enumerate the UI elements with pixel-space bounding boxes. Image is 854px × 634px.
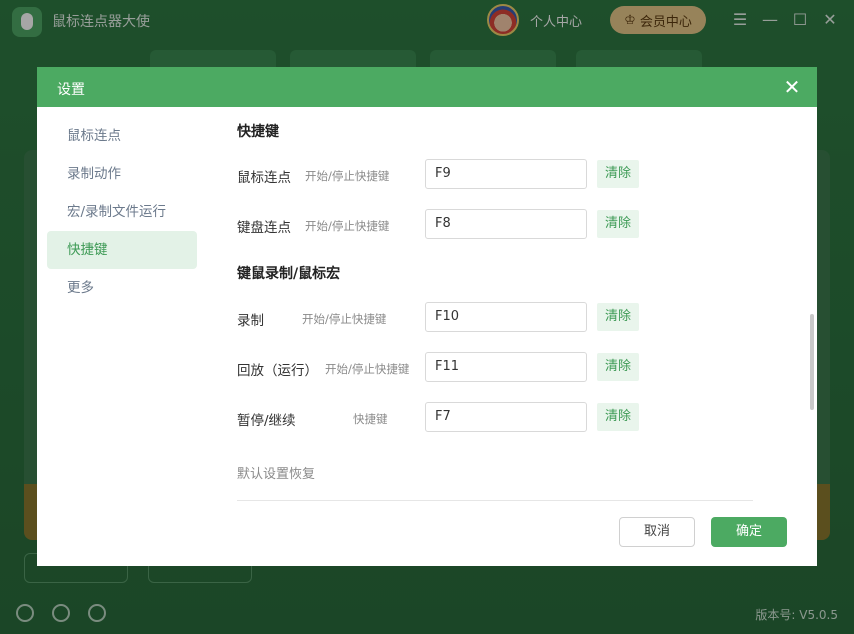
hotkey-row: 回放（运行） 开始/停止快捷键 F11 清除 — [237, 352, 657, 382]
nav-item-more[interactable]: 更多 — [47, 269, 197, 307]
scrollbar[interactable] — [810, 314, 814, 410]
row-label: 键盘连点 — [237, 220, 291, 236]
row-label: 暂停/继续 — [237, 413, 296, 429]
clear-button[interactable]: 清除 — [597, 353, 639, 381]
row-label: 录制 — [237, 313, 264, 329]
hotkey-row: 鼠标连点 开始/停止快捷键 F9 清除 — [237, 159, 657, 189]
clear-button[interactable]: 清除 — [597, 210, 639, 238]
nav-item-record[interactable]: 录制动作 — [47, 155, 197, 193]
hotkey-input[interactable]: F9 — [425, 159, 587, 189]
row-label: 回放（运行） — [237, 363, 318, 379]
hotkey-row: 暂停/继续 快捷键 F7 清除 — [237, 402, 657, 432]
row-hint: 快捷键 — [353, 412, 388, 426]
row-hint: 开始/停止快捷键 — [305, 169, 390, 183]
row-hint: 开始/停止快捷键 — [302, 312, 387, 326]
divider — [237, 500, 753, 501]
dialog-header: 设置 ✕ — [37, 67, 817, 107]
clear-button[interactable]: 清除 — [597, 403, 639, 431]
hotkey-input[interactable]: F10 — [425, 302, 587, 332]
nav-item-macro-run[interactable]: 宏/录制文件运行 — [47, 193, 197, 231]
settings-dialog: 设置 ✕ 鼠标连点 录制动作 宏/录制文件运行 快捷键 更多 快捷键 鼠标连点 … — [37, 67, 817, 566]
section-title-hotkeys: 快捷键 — [237, 124, 279, 140]
row-label: 鼠标连点 — [237, 170, 291, 186]
cancel-button[interactable]: 取消 — [619, 517, 695, 547]
clear-button[interactable]: 清除 — [597, 160, 639, 188]
row-hint: 开始/停止快捷键 — [325, 362, 410, 376]
settings-content: 快捷键 鼠标连点 开始/停止快捷键 F9 清除 键盘连点 开始/停止快捷键 F8… — [237, 107, 807, 502]
nav-item-hotkeys[interactable]: 快捷键 — [47, 231, 197, 269]
hotkey-input[interactable]: F11 — [425, 352, 587, 382]
dialog-title: 设置 — [57, 82, 85, 98]
hotkey-row: 录制 开始/停止快捷键 F10 清除 — [237, 302, 657, 332]
section-title-macro: 键鼠录制/鼠标宏 — [237, 266, 341, 282]
ok-button[interactable]: 确定 — [711, 517, 787, 547]
hotkey-input[interactable]: F8 — [425, 209, 587, 239]
hotkey-row: 键盘连点 开始/停止快捷键 F8 清除 — [237, 209, 657, 239]
row-hint: 开始/停止快捷键 — [305, 219, 390, 233]
hotkey-input[interactable]: F7 — [425, 402, 587, 432]
settings-nav: 鼠标连点 录制动作 宏/录制文件运行 快捷键 更多 — [47, 117, 197, 307]
restore-defaults-link[interactable]: 默认设置恢复 — [237, 463, 315, 482]
nav-item-mouse-click[interactable]: 鼠标连点 — [47, 117, 197, 155]
close-icon[interactable]: ✕ — [781, 76, 803, 98]
clear-button[interactable]: 清除 — [597, 303, 639, 331]
